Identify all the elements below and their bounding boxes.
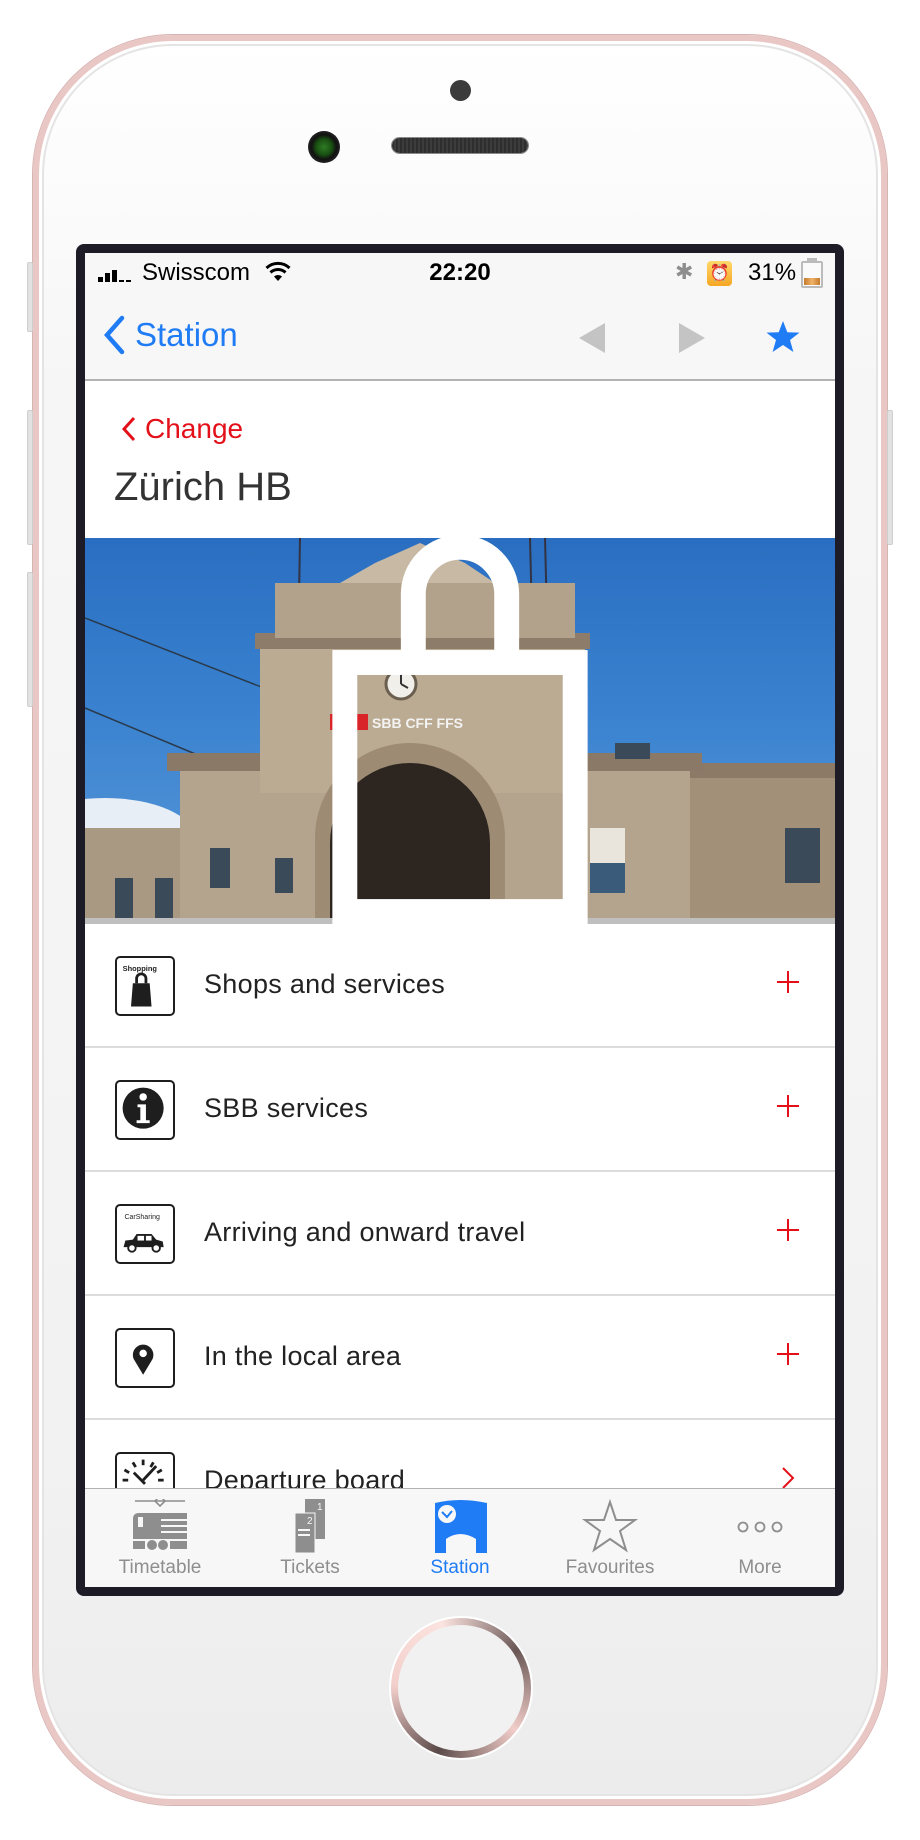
station-icon (435, 1500, 487, 1553)
mute-switch (27, 262, 33, 332)
station-name: Zürich HB (114, 465, 292, 509)
more-dots-icon (737, 1521, 783, 1533)
tickets-icon: 1 2 (294, 1499, 325, 1554)
tab-timetable[interactable]: Timetable (85, 1489, 235, 1587)
chevron-left-icon (121, 416, 136, 442)
tab-tickets[interactable]: 1 2 Tickets (235, 1489, 385, 1587)
back-button[interactable]: Station (103, 315, 238, 355)
svg-text:Shopping: Shopping (123, 964, 158, 973)
tab-station[interactable]: Station (385, 1489, 535, 1587)
status-bar: Swisscom 22:20 ✱ ⏰ 31% (85, 253, 835, 293)
back-label: Station (135, 316, 238, 353)
plus-icon[interactable] (777, 971, 799, 993)
svg-text:CarSharing: CarSharing (124, 1214, 160, 1221)
tab-more[interactable]: More (685, 1489, 835, 1587)
proximity-sensor (450, 80, 471, 101)
volume-down-button (27, 572, 33, 707)
tab-label: Station (430, 1557, 490, 1578)
chevron-left-icon (103, 315, 125, 355)
carsharing-icon: CarSharing (115, 1204, 175, 1264)
list-item-sbb-services[interactable]: SBB services (85, 1048, 835, 1172)
change-label: Change (145, 413, 244, 444)
tab-label: More (738, 1557, 782, 1578)
power-button (887, 410, 893, 545)
plus-icon[interactable] (777, 1343, 799, 1365)
svg-text:1: 1 (317, 1502, 323, 1513)
tab-favourites[interactable]: Favourites (535, 1489, 685, 1587)
volume-up-button (27, 410, 33, 545)
star-outline-icon (581, 1499, 639, 1553)
station-header: Change Zürich HB (85, 383, 835, 538)
info-icon (115, 1080, 175, 1140)
battery-percent: 31% (748, 259, 797, 286)
app-screen: Swisscom 22:20 ✱ ⏰ 31% Station Change Zü… (85, 253, 835, 1587)
battery-icon (801, 258, 823, 288)
previous-station-button[interactable] (577, 321, 607, 355)
favourite-star-button[interactable] (765, 319, 801, 355)
station-menu-list: Shopping Shops and services SBB services (85, 924, 835, 1544)
bluetooth-icon: ✱ (675, 259, 694, 284)
tab-bar: Timetable 1 2 Tickets Station Favourites… (85, 1488, 835, 1587)
plus-icon[interactable] (777, 1095, 799, 1117)
list-item-in-the-local-area[interactable]: In the local area (85, 1296, 835, 1420)
list-item-label: In the local area (204, 1341, 402, 1371)
change-station-link[interactable]: Change (121, 413, 243, 445)
tab-label: Timetable (118, 1557, 202, 1578)
next-station-button[interactable] (677, 321, 707, 355)
shopping-icon: Shopping (115, 956, 175, 1016)
svg-text:2: 2 (307, 1516, 313, 1527)
front-camera (308, 131, 340, 163)
list-item-shops-and-services[interactable]: Shopping Shops and services (85, 924, 835, 1048)
plus-icon[interactable] (777, 1219, 799, 1241)
list-item-label: Arriving and onward travel (204, 1217, 526, 1247)
train-icon (133, 1499, 187, 1550)
list-item-arriving-and-onward-travel[interactable]: CarSharing Arriving and onward travel (85, 1172, 835, 1296)
tab-label: Favourites (565, 1557, 655, 1578)
home-button[interactable] (391, 1618, 531, 1758)
tab-label: Tickets (280, 1557, 340, 1578)
station-photo: SBB CFF FFS (85, 538, 835, 924)
earpiece-speaker (392, 138, 528, 153)
location-pin-icon (115, 1328, 175, 1388)
shopping-bag-icon (332, 538, 588, 924)
alarm-icon: ⏰ (707, 261, 732, 286)
list-item-label: Shops and services (204, 969, 446, 999)
list-item-label: SBB services (204, 1093, 369, 1123)
navigation-bar: Station (85, 293, 835, 381)
chevron-right-icon[interactable] (777, 1467, 799, 1489)
